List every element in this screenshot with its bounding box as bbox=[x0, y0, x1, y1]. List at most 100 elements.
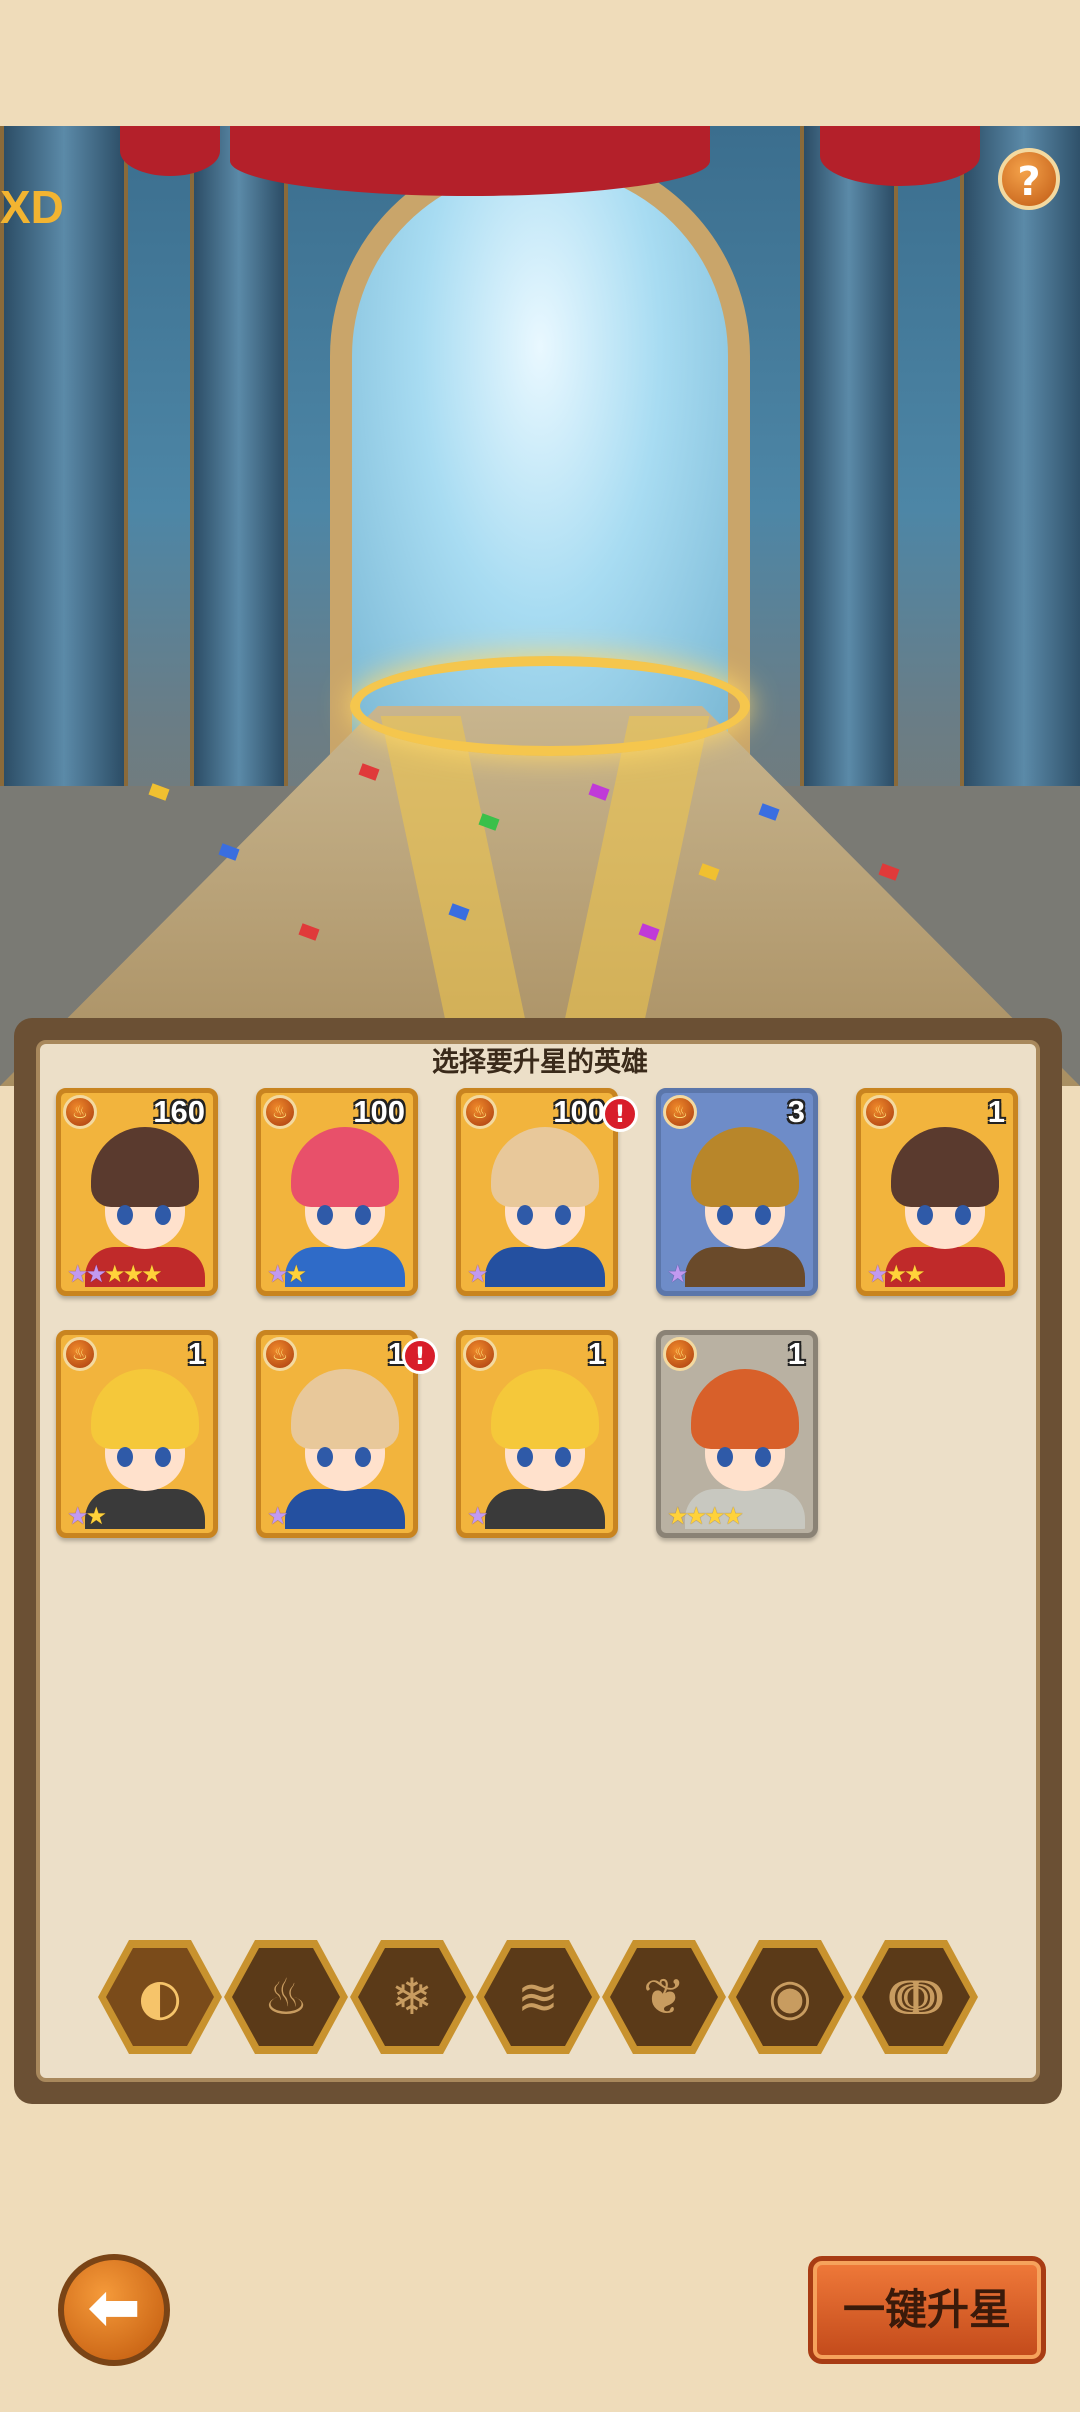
hero-count: 1 bbox=[987, 1094, 1005, 1129]
red-banner bbox=[120, 126, 220, 176]
alert-badge-icon: ! bbox=[602, 1096, 638, 1132]
star-icon: ★ bbox=[467, 1502, 488, 1530]
spiral-icon: ↈ bbox=[862, 1948, 970, 2046]
hero-hair bbox=[491, 1369, 599, 1449]
hero-eye bbox=[155, 1205, 171, 1225]
hero-eye bbox=[517, 1205, 533, 1225]
back-arrow-icon: ⬅ bbox=[87, 2271, 141, 2345]
hero-count: 3 bbox=[787, 1094, 805, 1129]
star-icon: ★ bbox=[667, 1260, 688, 1288]
gold-summoning-circle bbox=[350, 656, 750, 756]
star-icon: ★ bbox=[141, 1260, 162, 1288]
hero-eye bbox=[355, 1447, 371, 1467]
fire-element-icon: ♨ bbox=[63, 1337, 97, 1371]
help-button[interactable]: ? bbox=[998, 148, 1060, 210]
hero-eye bbox=[117, 1205, 133, 1225]
hero-eye bbox=[917, 1205, 933, 1225]
hero-hair bbox=[291, 1369, 399, 1449]
hero-eye bbox=[717, 1205, 733, 1225]
star-icon: ★ bbox=[85, 1260, 107, 1288]
star-icon: ★ bbox=[885, 1260, 907, 1288]
hero-star-rating: ★★ bbox=[267, 1260, 307, 1288]
hero-star-rating: ★★ bbox=[67, 1502, 107, 1530]
hero-hair bbox=[891, 1127, 999, 1207]
hero-card[interactable]: ♨ 1 ★★★★ bbox=[656, 1330, 818, 1538]
hero-star-rating: ★ bbox=[467, 1260, 488, 1288]
wind-icon: ≋ bbox=[484, 1948, 592, 2046]
hero-card[interactable]: ♨ 1 ★ bbox=[456, 1330, 618, 1538]
hero-star-rating: ★★★★★ bbox=[67, 1260, 163, 1288]
red-banner bbox=[230, 126, 710, 196]
side-label: XD bbox=[0, 181, 64, 233]
hero-eye bbox=[355, 1205, 371, 1225]
hero-body bbox=[685, 1247, 805, 1287]
star-icon: ★ bbox=[467, 1260, 488, 1288]
star-icon: ★ bbox=[267, 1260, 288, 1288]
hero-star-rating: ★ bbox=[667, 1260, 688, 1288]
hero-count: 100 bbox=[353, 1094, 405, 1129]
star-icon: ★ bbox=[85, 1502, 107, 1530]
hero-body bbox=[285, 1489, 405, 1529]
hero-star-rating: ★ bbox=[467, 1502, 488, 1530]
hero-eye bbox=[317, 1205, 333, 1225]
hero-eye bbox=[117, 1447, 133, 1467]
hero-star-rating: ★★★★ bbox=[667, 1502, 744, 1530]
hero-eye bbox=[555, 1205, 571, 1225]
back-button[interactable]: ⬅ bbox=[58, 2254, 170, 2366]
fire-element-icon: ♨ bbox=[63, 1095, 97, 1129]
fire-element-icon: ♨ bbox=[663, 1337, 697, 1371]
fire-element-icon: ♨ bbox=[263, 1337, 297, 1371]
hero-card[interactable]: ♨ 160 ★★★★★ bbox=[56, 1088, 218, 1296]
nature-icon: ❦ bbox=[610, 1948, 718, 2046]
star-icon: ★ bbox=[104, 1260, 125, 1288]
hero-eye bbox=[955, 1205, 971, 1225]
hero-hair bbox=[91, 1369, 199, 1449]
hero-hair bbox=[91, 1127, 199, 1207]
fire-icon: ♨ bbox=[232, 1948, 340, 2046]
hero-eye bbox=[317, 1447, 333, 1467]
hero-eye bbox=[517, 1447, 533, 1467]
star-icon: ★ bbox=[685, 1502, 707, 1530]
star-icon: ★ bbox=[267, 1502, 288, 1530]
hero-eye bbox=[555, 1447, 571, 1467]
hero-eye bbox=[717, 1447, 733, 1467]
hero-card[interactable]: ♨ 100 ★ bbox=[456, 1088, 618, 1296]
all-elements-icon: ◐ bbox=[106, 1948, 214, 2046]
fire-element-icon: ♨ bbox=[863, 1095, 897, 1129]
fire-element-icon: ♨ bbox=[663, 1095, 697, 1129]
hero-count: 1 bbox=[587, 1336, 605, 1371]
hero-card[interactable]: ♨ 1 ★ bbox=[256, 1330, 418, 1538]
star-icon: ★ bbox=[667, 1502, 688, 1530]
hero-hair bbox=[691, 1127, 799, 1207]
hall-background bbox=[0, 126, 1080, 1086]
hero-card[interactable]: ♨ 1 ★★ bbox=[56, 1330, 218, 1538]
fire-element-icon: ♨ bbox=[463, 1337, 497, 1371]
alert-badge-icon: ! bbox=[402, 1338, 438, 1374]
star-icon: ★ bbox=[122, 1260, 144, 1288]
one-click-star-up-button[interactable]: 一键升星 bbox=[808, 2256, 1046, 2364]
hero-star-rating: ★ bbox=[267, 1502, 288, 1530]
star-icon: ★ bbox=[67, 1502, 88, 1530]
red-banner bbox=[820, 126, 980, 186]
star-icon: ★ bbox=[722, 1502, 744, 1530]
star-icon: ★ bbox=[867, 1260, 888, 1288]
ice-icon: ❄ bbox=[358, 1948, 466, 2046]
hero-hair bbox=[291, 1127, 399, 1207]
hero-eye bbox=[755, 1205, 771, 1225]
hero-body bbox=[485, 1247, 605, 1287]
hero-count: 160 bbox=[153, 1094, 205, 1129]
dark-eye-icon: ◉ bbox=[736, 1948, 844, 2046]
hero-hair bbox=[691, 1369, 799, 1449]
hero-count: 1 bbox=[787, 1336, 805, 1371]
hero-star-rating: ★★★ bbox=[867, 1260, 925, 1288]
star-icon: ★ bbox=[285, 1260, 307, 1288]
hero-card[interactable]: ♨ 1 ★★★ bbox=[856, 1088, 1018, 1296]
star-icon: ★ bbox=[67, 1260, 88, 1288]
hero-count: 100 bbox=[553, 1094, 605, 1129]
hero-eye bbox=[155, 1447, 171, 1467]
hero-card[interactable]: ♨ 3 ★ bbox=[656, 1088, 818, 1296]
hero-card[interactable]: ♨ 100 ★★ bbox=[256, 1088, 418, 1296]
hero-hair bbox=[491, 1127, 599, 1207]
fire-element-icon: ♨ bbox=[263, 1095, 297, 1129]
hero-eye bbox=[755, 1447, 771, 1467]
